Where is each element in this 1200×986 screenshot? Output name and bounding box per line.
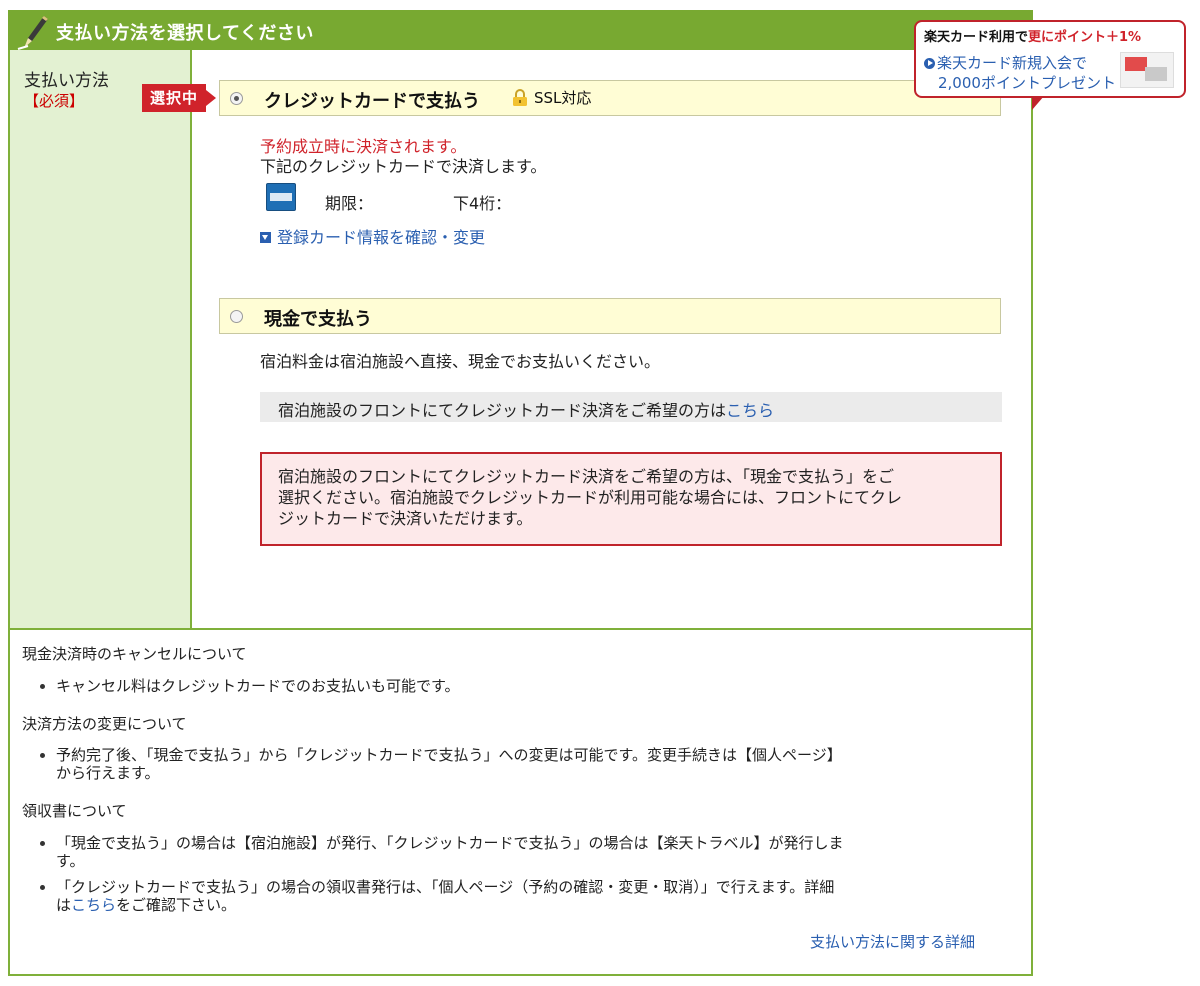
promo-headline-b: 更にポイント＋1%	[1028, 30, 1142, 45]
payment-detail-link[interactable]: 支払い方法に関する詳細	[810, 931, 975, 952]
credit-card-label[interactable]: クレジットカードで支払う	[264, 87, 480, 113]
rakuten-card-promo[interactable]: 楽天カード利用で更にポイント＋1% 楽天カード新規入会で 2,000ポイントプレ…	[914, 20, 1186, 110]
arrow-down-icon	[260, 232, 271, 243]
change-item-line-1: 予約完了後、「現金で支払う」から「クレジットカードで支払う」への変更は可能です。…	[56, 746, 842, 764]
card-thumbnail-icon	[1120, 52, 1174, 88]
required-mark: 【必須】	[24, 92, 85, 110]
warning-line-1: 宿泊施設のフロントにてクレジットカード決済をご希望の方は、「現金で支払う」をご	[278, 467, 895, 486]
amex-card-icon	[266, 183, 296, 211]
field-label: 支払い方法	[24, 71, 109, 91]
ssl-badge: SSL対応	[510, 87, 591, 108]
play-icon	[924, 58, 935, 69]
cancel-item: キャンセル料はクレジットカードでのお支払いも可能です。	[40, 677, 460, 695]
front-payment-link[interactable]: こちら	[726, 401, 774, 420]
change-item-line-2: から行えます。	[56, 764, 160, 782]
pen-icon	[16, 12, 50, 54]
promo-headline: 楽天カード利用で更にポイント＋1%	[924, 26, 1141, 45]
receipt-detail-link[interactable]: こちら	[71, 896, 116, 914]
receipt-item-1-line-2: す。	[56, 852, 85, 870]
receipt-item-2-suffix: をご確認下さい。	[116, 896, 237, 914]
cancel-item-text: キャンセル料はクレジットカードでのお支払いも可能です。	[56, 677, 460, 695]
promo-headline-a: 楽天カード利用で	[924, 30, 1029, 45]
page-title: 支払い方法を選択してください	[56, 23, 314, 44]
front-payment-prefix: 宿泊施設のフロントにてクレジットカード決済をご希望の方は	[278, 401, 727, 420]
promo-link-line-1[interactable]: 楽天カード新規入会で	[924, 52, 1087, 73]
change-item: 予約完了後、「現金で支払う」から「クレジットカードで支払う」への変更は可能です。…	[40, 746, 842, 782]
field-label-column: 支払い方法 【必須】	[10, 50, 192, 628]
front-payment-text: 宿泊施設のフロントにてクレジットカード決済をご希望の方はこちら	[278, 397, 774, 421]
warning-box: 宿泊施設のフロントにてクレジットカード決済をご希望の方は、「現金で支払う」をご …	[260, 452, 1002, 546]
promo-link-line-2[interactable]: 2,000ポイントプレゼント	[938, 72, 1116, 93]
edit-card-link[interactable]: 登録カード情報を確認・変更	[260, 224, 485, 248]
ssl-text: SSL対応	[534, 89, 592, 107]
card-note: 下記のクレジットカードで決済します。	[260, 157, 547, 176]
promo-link-text-1[interactable]: 楽天カード新規入会で	[937, 54, 1087, 72]
lock-icon	[513, 88, 527, 106]
option-credit-card[interactable]: クレジットカードで支払う SSL対応	[219, 80, 1001, 116]
cash-label[interactable]: 現金で支払う	[264, 305, 372, 331]
cash-note: 宿泊料金は宿泊施設へ直接、現金でお支払いください。	[260, 352, 661, 371]
receipt-heading: 領収書について	[22, 802, 127, 820]
receipt-item-1-line-1: 「現金で支払う」の場合は【宿泊施設】が発行、「クレジットカードで支払う」の場合は…	[56, 834, 844, 852]
divider	[10, 628, 1031, 630]
cash-radio[interactable]	[230, 310, 243, 323]
section-header: 支払い方法を選択してください	[8, 10, 1033, 50]
warning-line-3: ジットカードで決済いただけます。	[278, 509, 533, 528]
warning-line-2: 選択ください。宿泊施設でクレジットカードが利用可能な場合には、フロントにてクレ	[278, 488, 903, 507]
receipt-item-2-line-1: 「クレジットカードで支払う」の場合の領収書発行は、「個人ページ（予約の確認・変更…	[56, 878, 835, 896]
receipt-item-1: 「現金で支払う」の場合は【宿泊施設】が発行、「クレジットカードで支払う」の場合は…	[40, 834, 844, 870]
front-payment-info: 宿泊施設のフロントにてクレジットカード決済をご希望の方はこちら	[260, 392, 1002, 422]
expiry-label: 期限：	[325, 194, 374, 213]
option-cash[interactable]: 現金で支払う	[219, 298, 1001, 334]
credit-card-radio[interactable]	[230, 92, 243, 105]
receipt-item-2-line-2: はこちらをご確認下さい。	[56, 896, 834, 914]
receipt-item-2: 「クレジットカードで支払う」の場合の領収書発行は、「個人ページ（予約の確認・変更…	[40, 878, 835, 914]
edit-card-link-text[interactable]: 登録カード情報を確認・変更	[277, 228, 485, 247]
receipt-item-2-prefix: は	[56, 896, 72, 914]
last4-label: 下4桁：	[453, 194, 512, 213]
selected-badge: 選択中	[142, 84, 216, 112]
cancel-heading: 現金決済時のキャンセルについて	[22, 645, 247, 663]
change-heading: 決済方法の変更について	[22, 715, 187, 733]
